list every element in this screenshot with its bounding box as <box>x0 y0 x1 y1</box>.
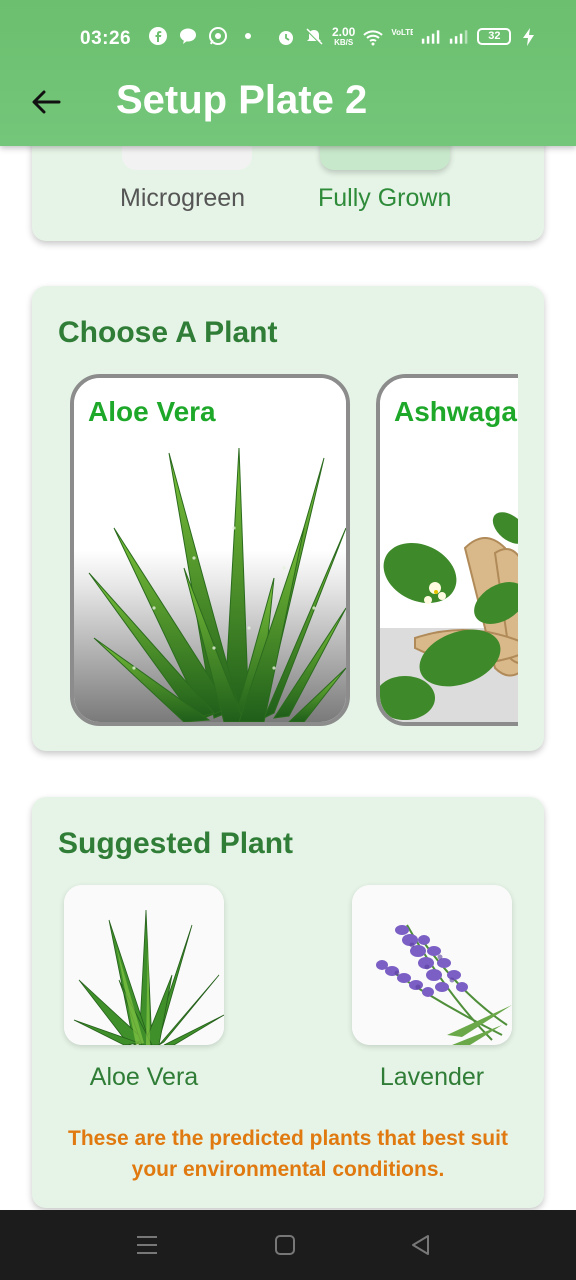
fully-grown-option[interactable]: Fully Grown <box>318 184 451 213</box>
arrow-left-icon <box>32 90 61 114</box>
suggested-aloe-vera-tile[interactable] <box>64 885 224 1045</box>
facebook-icon <box>149 27 167 45</box>
dot-icon <box>245 33 251 39</box>
microgreen-option[interactable]: Microgreen <box>120 184 245 213</box>
plant-carousel[interactable]: Aloe Vera Ashwaga <box>70 374 518 726</box>
volte-badge: VoLTE <box>391 27 414 37</box>
suggested-lavender-label[interactable]: Lavender <box>342 1063 522 1092</box>
mute-icon <box>306 27 323 45</box>
suggested-plant-card: Suggested Plant Aloe Vera Lavender These… <box>32 797 544 1208</box>
status-bar: 03:26 2.00 KB/S VoLTE 32 <box>0 20 576 58</box>
choose-plant-card: Choose A Plant Aloe Vera Ashwaga <box>32 286 544 751</box>
battery-indicator: 32 <box>477 28 512 45</box>
back-triangle-icon[interactable] <box>406 1232 436 1258</box>
plant-card-name: Aloe Vera <box>88 396 216 427</box>
aloe-vera-image <box>64 885 224 1045</box>
charging-icon <box>523 27 535 46</box>
home-icon[interactable] <box>270 1232 300 1258</box>
alarm-icon <box>279 30 293 45</box>
plant-card-ashwagandha[interactable]: Ashwagandha <box>376 374 518 726</box>
system-nav-bar <box>0 1210 576 1280</box>
choose-plant-title: Choose A Plant <box>58 316 278 349</box>
plant-card-name: Ashwagandha <box>394 396 518 427</box>
suggested-plant-title: Suggested Plant <box>58 827 294 860</box>
back-button[interactable] <box>26 84 66 120</box>
signal-2-icon <box>450 29 468 44</box>
wifi-icon <box>363 29 384 45</box>
page-title: Setup Plate 2 <box>116 78 368 122</box>
net-speed: 2.00 KB/S <box>332 25 356 47</box>
app-bar: 03:26 2.00 KB/S VoLTE 32 Setup Plate 2 <box>0 0 576 146</box>
whatsapp-icon <box>209 27 227 45</box>
suggested-lavender-tile[interactable] <box>352 885 512 1045</box>
status-time: 03:26 <box>80 28 132 49</box>
chat-icon <box>180 28 196 44</box>
aloe-vera-image <box>74 378 346 722</box>
signal-icon <box>422 29 440 44</box>
plant-card-aloe-vera[interactable]: Aloe Vera <box>70 374 350 726</box>
lavender-image <box>352 885 512 1045</box>
menu-icon[interactable] <box>132 1232 162 1258</box>
suggestion-note: These are the predicted plants that best… <box>68 1127 508 1181</box>
ashwagandha-image <box>380 378 518 722</box>
suggested-aloe-vera-label[interactable]: Aloe Vera <box>54 1063 234 1092</box>
